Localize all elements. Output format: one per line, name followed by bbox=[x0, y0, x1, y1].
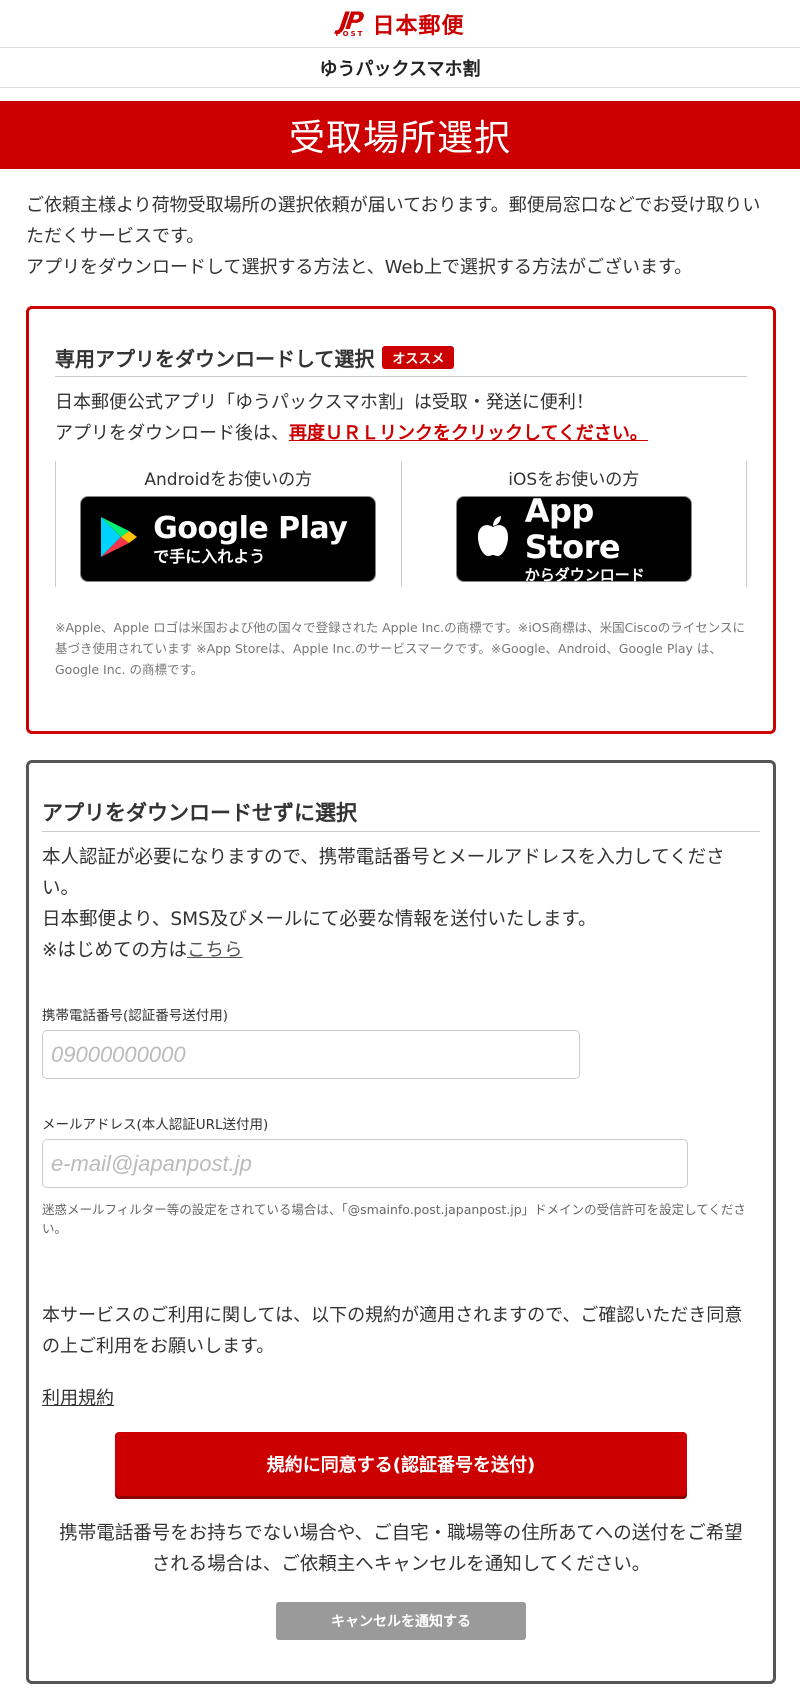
phone-label: 携帯電話番号(認証番号送付用) bbox=[42, 1008, 229, 1024]
google-play-text: Google Play で手に入れよう bbox=[153, 511, 348, 567]
first-time-prefix: ※はじめての方は bbox=[42, 940, 188, 961]
google-play-title: Google Play bbox=[153, 511, 348, 546]
logo-bar: JP POST 日本郵便 bbox=[0, 0, 800, 48]
apple-icon bbox=[475, 515, 511, 563]
app-desc-line-1: 日本郵便公式アプリ「ゆうパックスマホ割」は受取・発送に便利！ bbox=[55, 392, 594, 413]
web-section-heading: アプリをダウンロードせずに選択 bbox=[42, 797, 760, 832]
intro-line-2: アプリをダウンロードして選択する方法と、Web上で選択する方法がございます。 bbox=[26, 257, 693, 278]
google-play-subtitle: で手に入れよう bbox=[153, 547, 266, 566]
app-store-text: App Store からダウンロード bbox=[525, 493, 673, 585]
mail-filter-note: 迷惑メールフィルター等の設定をされている場合は、「@smainfo.post.j… bbox=[42, 1202, 746, 1236]
android-column: Androidをお使いの方 Google Play で手に入れよう bbox=[55, 461, 401, 587]
web-desc-line-3: ※はじめての方はこちら bbox=[42, 935, 760, 966]
app-heading-text: 専用アプリをダウンロードして選択 bbox=[55, 347, 375, 371]
terms-link[interactable]: 利用規約 bbox=[42, 1384, 114, 1410]
app-store-button[interactable]: App Store からダウンロード bbox=[455, 493, 692, 585]
logo-text: 日本郵便 bbox=[372, 13, 465, 39]
trademark-notice: ※Apple、Apple ロゴは米国および他の国々で登録された Apple In… bbox=[55, 620, 746, 677]
email-input[interactable]: e-mail@japanpost.jp bbox=[42, 1139, 688, 1188]
app-download-card: 専用アプリをダウンロードして選択 オススメ 日本郵便公式アプリ「ゆうパックスマホ… bbox=[26, 306, 776, 734]
logo-mark: JP bbox=[337, 7, 363, 35]
android-label: Androidをお使いの方 bbox=[144, 470, 313, 490]
web-desc-line-2: 日本郵便より、SMS及びメールにて必要な情報を送付いたします。 bbox=[42, 909, 597, 930]
app-desc-line-2: アプリをダウンロード後は、再度ＵＲＬリンクをクリックしてください。 bbox=[55, 418, 747, 449]
page-title: 受取場所選択 bbox=[0, 101, 800, 169]
notify-cancel-button[interactable]: キャンセルを通知する bbox=[276, 1602, 526, 1640]
app-description: 日本郵便公式アプリ「ゆうパックスマホ割」は受取・発送に便利！ アプリをダウンロー… bbox=[55, 387, 747, 449]
ios-label: iOSをお使いの方 bbox=[508, 470, 640, 490]
store-buttons: Androidをお使いの方 Google Play で手に入れよう iOSをお使 bbox=[55, 461, 747, 587]
email-placeholder: e-mail@japanpost.jp bbox=[51, 1150, 252, 1176]
app-section-heading: 専用アプリをダウンロードして選択 オススメ bbox=[55, 343, 747, 377]
agree-send-code-button[interactable]: 規約に同意する(認証番号を送付) bbox=[115, 1432, 687, 1496]
web-description: 本人認証が必要になりますので、携帯電話番号とメールアドレスを入力してください。 … bbox=[42, 842, 760, 966]
google-play-button[interactable]: Google Play で手に入れよう bbox=[80, 496, 377, 582]
phone-input[interactable]: 09000000000 bbox=[42, 1030, 580, 1079]
app-desc-prefix: アプリをダウンロード後は、 bbox=[55, 423, 289, 444]
app-store-subtitle: からダウンロード bbox=[524, 566, 645, 584]
recommend-badge: オススメ bbox=[382, 346, 455, 369]
jp-post-logo: JP POST bbox=[336, 7, 365, 38]
google-play-icon bbox=[99, 515, 139, 563]
intro-line-1: ご依頼主様より荷物受取場所の選択依頼が届いております。郵便局窓口などでお受け取り… bbox=[26, 195, 761, 247]
web-selection-card: アプリをダウンロードせずに選択 本人認証が必要になりますので、携帯電話番号とメー… bbox=[26, 760, 776, 1684]
email-label: メールアドレス(本人認証URL送付用) bbox=[42, 1117, 269, 1133]
reclick-url-notice: 再度ＵＲＬリンクをクリックしてください。 bbox=[289, 423, 648, 444]
service-name: ゆうパックスマホ割 bbox=[0, 48, 800, 88]
phone-placeholder: 09000000000 bbox=[51, 1041, 186, 1067]
cancel-instructions: 携帯電話番号をお持ちでない場合や、ご自宅・職場等の住所あてへの送付をご希望される… bbox=[59, 1523, 743, 1575]
ios-column: iOSをお使いの方 App Store からダウンロード bbox=[400, 461, 747, 587]
terms-text: 本サービスのご利用に関しては、以下の規約が適用されますので、ご確認いただき同意の… bbox=[42, 1305, 743, 1357]
first-time-link[interactable]: こちら bbox=[187, 940, 243, 961]
app-store-title: App Store bbox=[524, 492, 621, 566]
intro-text: ご依頼主様より荷物受取場所の選択依頼が届いております。郵便局窓口などでお受け取り… bbox=[26, 190, 776, 283]
web-desc-line-1: 本人認証が必要になりますので、携帯電話番号とメールアドレスを入力してください。 bbox=[42, 847, 725, 899]
